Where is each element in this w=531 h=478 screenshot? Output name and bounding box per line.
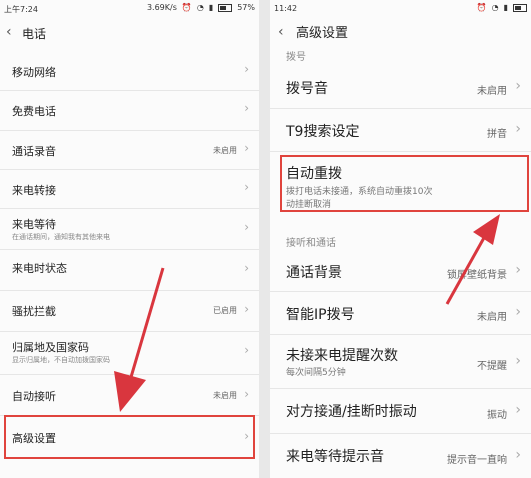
arrow-right: [445, 214, 500, 305]
arrow-left: [114, 267, 165, 412]
annotation-arrows: [114, 214, 500, 412]
